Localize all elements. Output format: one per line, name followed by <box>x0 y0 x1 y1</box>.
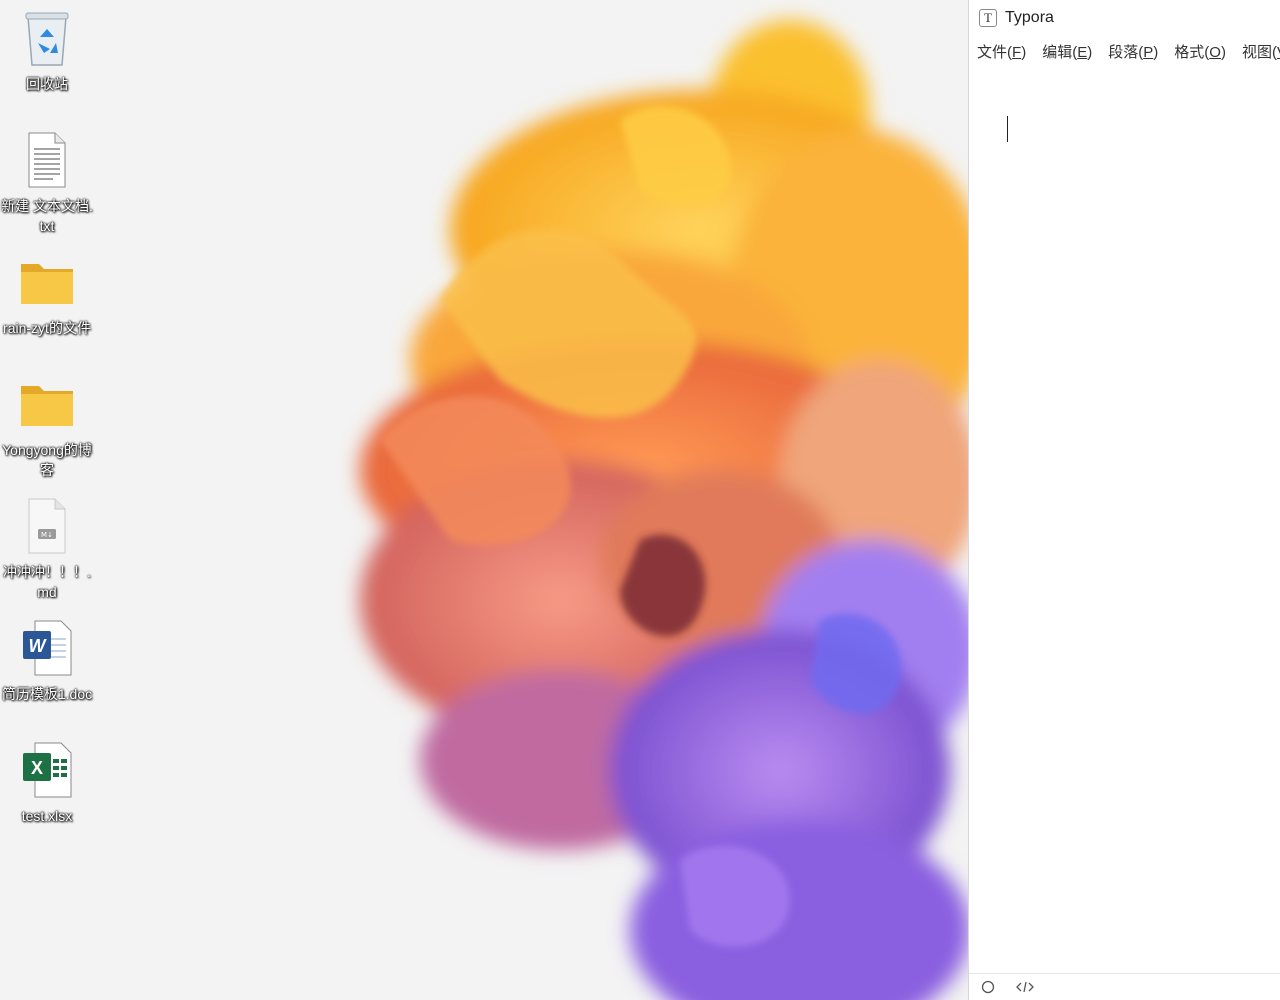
desktop-icon-label: 回收站 <box>26 76 68 92</box>
source-code-icon[interactable] <box>1015 980 1035 994</box>
desktop-icon-label: 冲冲冲！！！.md <box>3 564 91 600</box>
desktop-icon-new-text-file[interactable]: 新建 文本文档.txt <box>0 130 94 236</box>
menu-format-label: 格式 <box>1174 43 1205 61</box>
markdown-file-icon: M↓ <box>19 496 75 556</box>
menu-paragraph[interactable]: 段落(P) <box>1108 41 1158 62</box>
status-bar <box>969 973 1280 1000</box>
word-doc-icon: W <box>19 618 75 678</box>
menu-edit-label: 编辑 <box>1042 43 1073 61</box>
desktop-icon-label: Yongyong的博客 <box>2 442 92 478</box>
menu-format-key: O <box>1209 43 1221 61</box>
editor-area[interactable] <box>969 66 1280 974</box>
menu-file-key: F <box>1012 43 1022 61</box>
menu-paragraph-key: P <box>1143 43 1154 61</box>
desktop-icon-label: rain-zyt的文件 <box>3 320 91 336</box>
menu-view-label: 视图 <box>1241 43 1272 61</box>
desktop-icon-label: test.xlsx <box>21 808 73 824</box>
text-file-icon <box>19 130 75 190</box>
wallpaper-ink-cloud <box>360 20 970 1000</box>
desktop-icon-folder-yongyong[interactable]: Yongyong的博客 <box>0 374 94 480</box>
text-caret <box>1007 116 1008 142</box>
desktop-icon-label: 简历模板1.doc <box>1 686 93 702</box>
folder-icon <box>19 252 75 312</box>
typora-logo-icon: T <box>979 9 997 27</box>
typora-window[interactable]: T Typora 文件(F) 编辑(E) 段落(P) 格式(O) 视图(V) <box>968 0 1280 1000</box>
menu-edit-key: E <box>1077 43 1088 61</box>
title-bar[interactable]: T Typora <box>969 0 1280 36</box>
folder-icon <box>19 374 75 434</box>
desktop-icon-markdown-file[interactable]: M↓ 冲冲冲！！！.md <box>0 496 94 602</box>
menu-file-label: 文件 <box>977 43 1008 61</box>
menu-edit[interactable]: 编辑(E) <box>1042 41 1092 62</box>
svg-text:X: X <box>31 758 43 778</box>
menu-bar: 文件(F) 编辑(E) 段落(P) 格式(O) 视图(V) <box>969 36 1280 66</box>
desktop-icon-label: 新建 文本文档.txt <box>1 198 93 234</box>
circle-outline-icon[interactable] <box>981 980 995 994</box>
svg-text:M↓: M↓ <box>41 531 53 539</box>
menu-format[interactable]: 格式(O) <box>1174 41 1226 62</box>
menu-view[interactable]: 视图(V) <box>1242 41 1280 62</box>
svg-text:W: W <box>29 636 48 656</box>
desktop-icon-word-doc[interactable]: W 简历模板1.doc <box>0 618 94 704</box>
recycle-bin-icon <box>19 8 75 68</box>
desktop[interactable]: 回收站 新建 文本文档.txt rain-zyt的文件 Yongyong的博客 … <box>0 0 970 1000</box>
menu-file[interactable]: 文件(F) <box>977 41 1026 62</box>
desktop-icon-folder-rain-zyt[interactable]: rain-zyt的文件 <box>0 252 94 338</box>
desktop-icon-recycle-bin[interactable]: 回收站 <box>0 8 94 94</box>
window-title: Typora <box>1005 9 1054 26</box>
excel-file-icon: X <box>19 740 75 800</box>
desktop-icon-excel-file[interactable]: X test.xlsx <box>0 740 94 826</box>
menu-paragraph-label: 段落 <box>1108 43 1139 61</box>
